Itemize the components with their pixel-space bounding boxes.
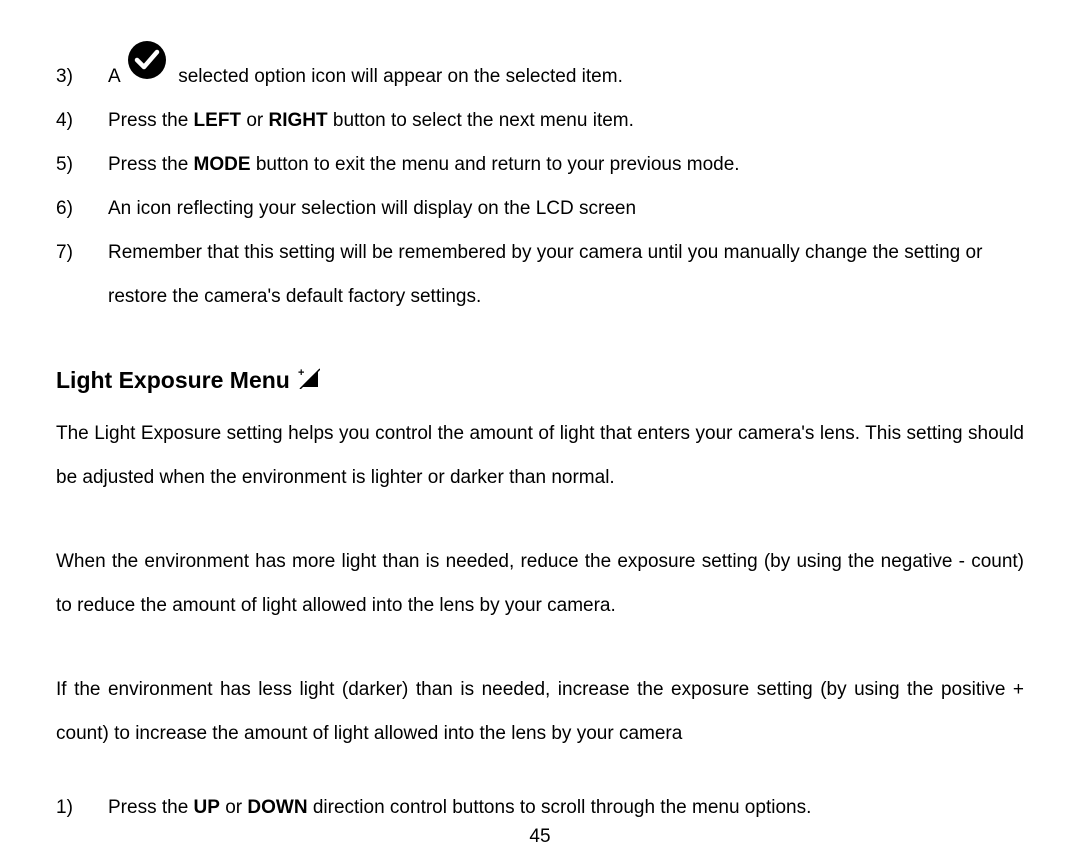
text-fragment: or <box>241 110 268 131</box>
body-paragraph: The Light Exposure setting helps you con… <box>56 412 1024 500</box>
bold-fragment: DOWN <box>247 797 307 818</box>
bold-fragment: RIGHT <box>269 110 328 131</box>
list-content: Press the UP or DOWN direction control b… <box>108 786 1024 830</box>
text-suffix: selected option icon will appear on the … <box>178 66 623 87</box>
text-prefix: A <box>108 66 125 87</box>
checkmark-circle-icon <box>127 40 167 87</box>
list-content: Press the MODE button to exit the menu a… <box>108 143 1024 187</box>
page-number: 45 <box>0 826 1080 848</box>
exposure-compensation-icon: + <box>298 367 320 394</box>
svg-text:+: + <box>298 367 304 379</box>
text-fragment: Press the <box>108 797 194 818</box>
list-content: An icon reflecting your selection will d… <box>108 187 1024 231</box>
list-number: 7) <box>56 231 108 275</box>
bold-fragment: LEFT <box>194 110 242 131</box>
list-item: 1) Press the UP or DOWN direction contro… <box>56 786 1024 830</box>
list-content: Press the LEFT or RIGHT button to select… <box>108 99 1024 143</box>
list-number: 6) <box>56 187 108 231</box>
list-number: 1) <box>56 786 108 830</box>
list-content: Remember that this setting will be remem… <box>108 231 1024 319</box>
text-fragment: button to exit the menu and return to yo… <box>251 154 740 175</box>
text-fragment: Press the <box>108 154 194 175</box>
list-item: 7) Remember that this setting will be re… <box>56 231 1024 319</box>
section-heading: Light Exposure Menu <box>56 367 290 394</box>
body-paragraph: If the environment has less light (darke… <box>56 668 1024 756</box>
text-fragment: Press the <box>108 110 194 131</box>
list-content: A selected option icon will appear on th… <box>108 40 1024 89</box>
list-item: 4) Press the LEFT or RIGHT button to sel… <box>56 99 1024 143</box>
bold-fragment: UP <box>194 797 220 818</box>
list-number: 5) <box>56 143 108 187</box>
list-item: 3) A selected option icon will appear on… <box>56 40 1024 89</box>
document-page: 3) A selected option icon will appear on… <box>0 0 1080 864</box>
instruction-list-upper: 3) A selected option icon will appear on… <box>56 40 1024 319</box>
instruction-list-lower: 1) Press the UP or DOWN direction contro… <box>56 786 1024 830</box>
text-fragment: direction control buttons to scroll thro… <box>308 797 812 818</box>
text-fragment: button to select the next menu item. <box>328 110 634 131</box>
text-fragment: or <box>220 797 247 818</box>
list-item: 6) An icon reflecting your selection wil… <box>56 187 1024 231</box>
list-item: 5) Press the MODE button to exit the men… <box>56 143 1024 187</box>
list-number: 3) <box>56 66 108 89</box>
bold-fragment: MODE <box>194 154 251 175</box>
section-heading-row: Light Exposure Menu + <box>56 367 1024 394</box>
body-paragraph: When the environment has more light than… <box>56 540 1024 628</box>
list-number: 4) <box>56 99 108 143</box>
